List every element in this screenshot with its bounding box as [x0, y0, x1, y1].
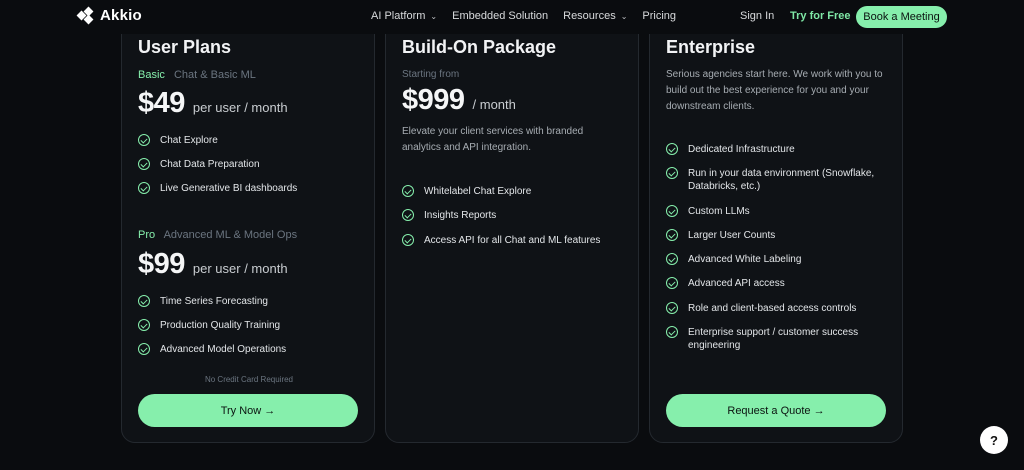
check-circle-icon	[402, 209, 414, 221]
check-circle-icon	[666, 167, 678, 179]
tier-name: Pro	[138, 229, 156, 241]
nav-embedded-solution[interactable]: Embedded Solution	[452, 10, 548, 22]
try-now-button[interactable]: Try Now →	[138, 394, 358, 427]
feature-item: Insights Reports	[402, 209, 496, 222]
card-description: Serious agencies start here. We work wit…	[666, 69, 883, 112]
feature-text: Access API for all Chat and ML features	[424, 235, 601, 246]
feature-item: Live Generative BI dashboards	[138, 182, 297, 195]
feature-item: Chat Explore	[138, 134, 218, 147]
feature-item: Chat Data Preparation	[138, 158, 260, 171]
check-circle-icon	[666, 277, 678, 289]
tier-name: Basic	[138, 69, 165, 81]
pro-tier-label: Pro Advanced ML & Model Ops	[138, 229, 297, 241]
sign-in-link[interactable]: Sign In	[740, 10, 774, 22]
feature-item: Whitelabel Chat Explore	[402, 185, 531, 198]
nav-resources-label: Resources	[563, 10, 616, 22]
check-circle-icon	[138, 182, 150, 194]
check-circle-icon	[666, 326, 678, 338]
check-circle-icon	[666, 143, 678, 155]
card-title: User Plans	[138, 37, 232, 57]
feature-text: Dedicated Infrastructure	[688, 144, 795, 155]
feature-text: Advanced White Labeling	[688, 254, 802, 265]
book-meeting-button[interactable]: Book a Meeting	[856, 6, 947, 28]
build-on-card: Build-On Package Starting from $999 / mo…	[385, 6, 639, 443]
feature-text: Custom LLMs	[688, 206, 750, 217]
request-quote-button[interactable]: Request a Quote →	[666, 394, 886, 427]
feature-text: Larger User Counts	[688, 230, 776, 241]
feature-item: Advanced Model Operations	[138, 343, 286, 356]
nav-ai-platform[interactable]: AI Platform ⌄	[371, 10, 437, 22]
feature-item: Access API for all Chat and ML features	[402, 234, 600, 247]
feature-item: Advanced White Labeling	[666, 253, 801, 266]
check-circle-icon	[666, 302, 678, 314]
feature-text: Advanced API access	[688, 278, 785, 289]
no-credit-card-note: No Credit Card Required	[204, 375, 294, 384]
tier-desc: Chat & Basic ML	[173, 69, 256, 81]
basic-price: $49 per user / month	[138, 87, 288, 120]
check-circle-icon	[402, 234, 414, 246]
feature-item: Run in your data environment (Snowflake,…	[666, 167, 888, 193]
price-unit: per user / month	[192, 100, 288, 115]
price-value: $999	[402, 84, 465, 116]
try-free-link[interactable]: Try for Free	[790, 10, 851, 22]
feature-text: Run in your data environment (Snowflake,…	[688, 168, 875, 192]
feature-text: Time Series Forecasting	[160, 296, 268, 307]
chevron-down-icon: ⌄	[430, 11, 438, 21]
feature-text: Chat Data Preparation	[160, 159, 260, 170]
feature-item: Custom LLMs	[666, 205, 750, 218]
check-circle-icon	[666, 205, 678, 217]
price-value: $99	[138, 248, 185, 280]
logo-text: Akkio	[100, 7, 142, 24]
feature-text: Whitelabel Chat Explore	[424, 186, 532, 197]
nav-links: AI Platform ⌄ Embedded Solution Resource…	[371, 10, 676, 22]
feature-text: Role and client-based access controls	[688, 303, 857, 314]
card-title: Build-On Package	[402, 37, 557, 57]
build-price: $999 / month	[402, 84, 516, 117]
check-circle-icon	[138, 319, 150, 331]
feature-item: Enterprise support / customer success en…	[666, 326, 882, 352]
user-plans-card: User Plans Basic Chat & Basic ML $49 per…	[121, 3, 375, 443]
feature-item: Larger User Counts	[666, 229, 775, 242]
feature-item: Advanced API access	[666, 277, 785, 290]
enterprise-card: Enterprise Serious agencies start here. …	[649, 3, 903, 443]
feature-item: Production Quality Training	[138, 319, 280, 332]
akkio-logo-icon	[76, 6, 94, 24]
check-circle-icon	[138, 295, 150, 307]
check-circle-icon	[138, 158, 150, 170]
basic-tier-label: Basic Chat & Basic ML	[138, 69, 256, 81]
card-title: Enterprise	[666, 37, 756, 57]
price-value: $49	[138, 87, 185, 119]
top-nav: Akkio AI Platform ⌄ Embedded Solution Re…	[0, 0, 1024, 34]
nav-ai-platform-label: AI Platform	[371, 10, 426, 22]
feature-item: Role and client-based access controls	[666, 302, 856, 315]
feature-item: Time Series Forecasting	[138, 295, 268, 308]
nav-pricing-label: Pricing	[642, 10, 677, 22]
feature-text: Live Generative BI dashboards	[160, 183, 298, 194]
check-circle-icon	[402, 185, 414, 197]
price-unit: per user / month	[192, 261, 288, 276]
nav-resources[interactable]: Resources ⌄	[563, 10, 627, 22]
feature-item: Dedicated Infrastructure	[666, 143, 795, 156]
card-description: Elevate your client services with brande…	[402, 126, 584, 153]
check-circle-icon	[666, 229, 678, 241]
feature-text: Advanced Model Operations	[160, 344, 287, 355]
feature-text: Insights Reports	[424, 210, 497, 221]
check-circle-icon	[138, 134, 150, 146]
logo[interactable]: Akkio	[76, 6, 142, 24]
price-unit: / month	[472, 97, 516, 112]
feature-text: Enterprise support / customer success en…	[688, 327, 859, 351]
chevron-down-icon: ⌄	[620, 11, 628, 21]
nav-pricing[interactable]: Pricing	[642, 10, 676, 22]
feature-text: Chat Explore	[160, 135, 218, 146]
check-circle-icon	[666, 253, 678, 265]
help-button[interactable]: ?	[980, 426, 1008, 454]
feature-text: Production Quality Training	[160, 320, 281, 331]
nav-embedded-solution-label: Embedded Solution	[452, 10, 549, 22]
pro-price: $99 per user / month	[138, 248, 288, 281]
tier-desc: Advanced ML & Model Ops	[163, 229, 298, 241]
check-circle-icon	[138, 343, 150, 355]
starting-from-label: Starting from	[402, 69, 460, 80]
